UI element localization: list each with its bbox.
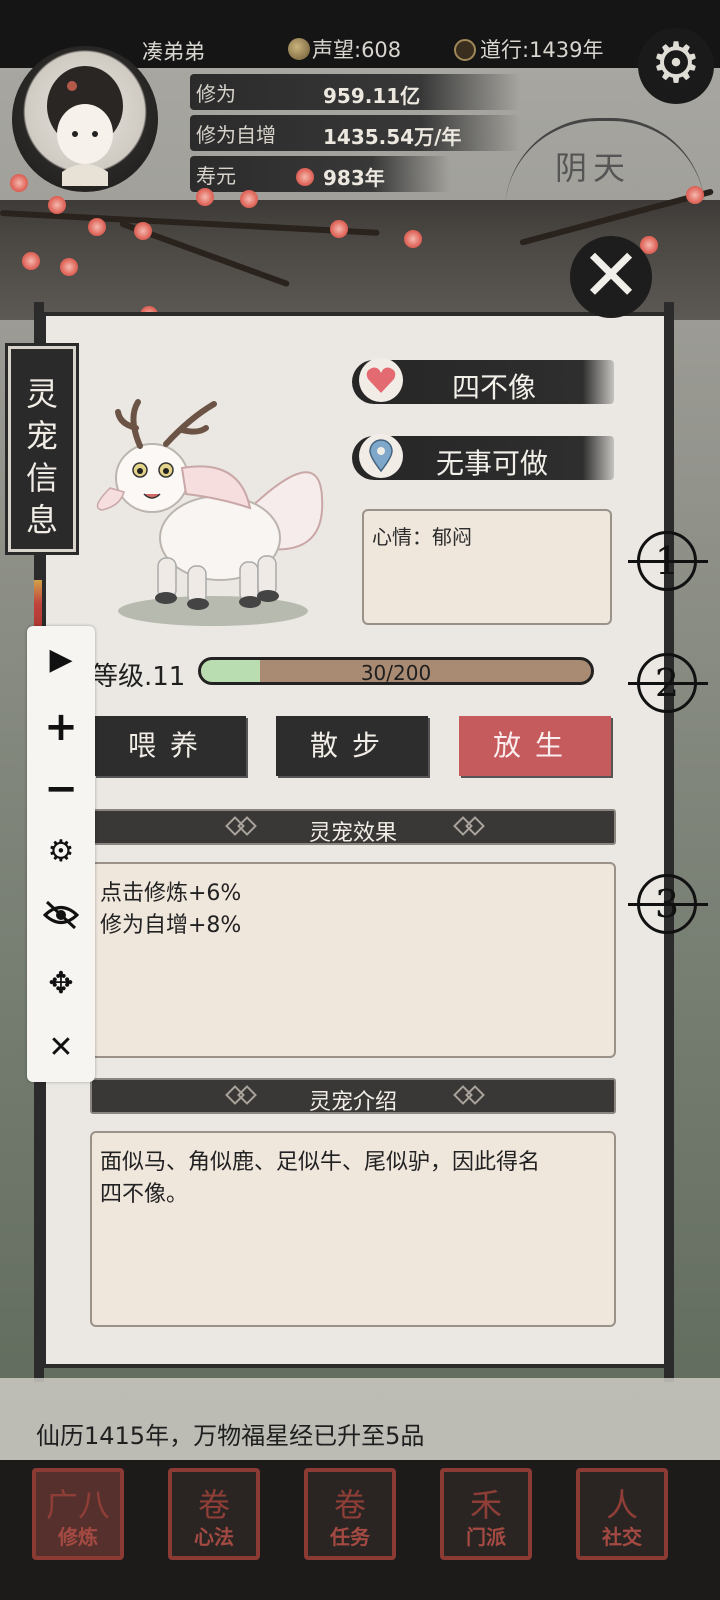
gear-icon[interactable]: ⚙ bbox=[27, 834, 95, 869]
plus-icon[interactable]: + bbox=[27, 704, 95, 750]
marker-2: 2 bbox=[637, 653, 697, 713]
effects-section-header: 灵宠效果 bbox=[90, 809, 616, 846]
effects-header-text: 灵宠效果 bbox=[308, 821, 397, 846]
title-char-4: 息 bbox=[25, 501, 58, 539]
move-icon[interactable]: ✥ bbox=[27, 966, 95, 1001]
intro-line-2: 四不像。 bbox=[100, 1182, 189, 1207]
panel-title-tab: 灵 宠 信 息 bbox=[5, 343, 79, 555]
eye-off-icon[interactable] bbox=[27, 900, 95, 938]
nav-cultivate-button[interactable]: 广八 修炼 bbox=[32, 1468, 124, 1560]
yin-yang-icon bbox=[454, 39, 476, 61]
cultivation-value: 959.11亿 bbox=[323, 84, 421, 108]
nav-method-label: 心法 bbox=[194, 1525, 234, 1549]
play-icon[interactable]: ▶ bbox=[27, 642, 95, 677]
nav-social-button[interactable]: 人 社交 bbox=[576, 1468, 668, 1560]
mood-text: 心情：郁闷 bbox=[372, 525, 472, 549]
xp-progress-bar: 30/200 bbox=[198, 657, 594, 685]
nav-sect-label: 门派 bbox=[466, 1525, 506, 1549]
close-panel-button[interactable]: ✕ bbox=[570, 236, 652, 318]
effect-line-1: 点击修炼+6% bbox=[100, 881, 242, 906]
location-pin-icon bbox=[359, 434, 403, 478]
intro-line-1: 面似马、角似鹿、足似牛、尾似驴，因此得名 bbox=[100, 1150, 541, 1175]
news-text: 仙历1415年，万物福星经已升至5品 bbox=[36, 1422, 425, 1450]
close-icon: ✕ bbox=[580, 233, 642, 317]
nav-cultivate-glyph: 广八 bbox=[45, 1486, 110, 1524]
pet-illustration[interactable] bbox=[90, 398, 340, 628]
nav-cultivate-label: 修炼 bbox=[58, 1525, 98, 1549]
walk-button[interactable]: 散步 bbox=[276, 716, 428, 776]
floating-toolbar: ▶ + − ⚙ ✥ ✕ bbox=[27, 626, 95, 1082]
nav-social-glyph: 人 bbox=[605, 1486, 638, 1524]
news-ticker: 仙历1415年，万物福星经已升至5品 bbox=[0, 1378, 720, 1460]
pet-name-pill: 四不像 bbox=[352, 358, 614, 404]
gear-icon: ⚙ bbox=[650, 31, 702, 96]
minus-icon[interactable]: − bbox=[27, 766, 95, 812]
nav-method-glyph: 卷 bbox=[197, 1486, 230, 1524]
level-label: 等级.11 bbox=[92, 662, 186, 692]
nav-task-button[interactable]: 卷 任务 bbox=[304, 1468, 396, 1560]
nav-task-label: 任务 bbox=[330, 1525, 370, 1549]
marker-1: 1 bbox=[637, 531, 697, 591]
intro-section-header: 灵宠介绍 bbox=[90, 1078, 616, 1115]
nav-sect-button[interactable]: 禾 门派 bbox=[440, 1468, 532, 1560]
nav-sect-glyph: 禾 bbox=[469, 1486, 502, 1524]
marker-3: 3 bbox=[637, 874, 697, 934]
mood-box: 心情：郁闷 bbox=[362, 509, 612, 625]
settings-button[interactable]: ⚙ bbox=[638, 28, 714, 104]
intro-box: 面似马、角似鹿、足似牛、尾似驴，因此得名 四不像。 bbox=[90, 1131, 616, 1327]
title-char-3: 信 bbox=[25, 459, 58, 497]
release-button[interactable]: 放生 bbox=[459, 716, 611, 776]
cultivation-label: 修为 bbox=[196, 82, 236, 106]
effects-box: 点击修炼+6% 修为自增+8% bbox=[90, 862, 616, 1058]
daoxing-text: 道行:1439年 bbox=[480, 38, 604, 62]
xp-progress-text: 30/200 bbox=[360, 661, 432, 685]
coin-icon bbox=[288, 38, 310, 60]
nav-method-button[interactable]: 卷 心法 bbox=[168, 1468, 260, 1560]
title-char-2: 宠 bbox=[25, 417, 58, 455]
reputation-text: 声望:608 bbox=[312, 38, 402, 62]
growth-value: 1435.54万/年 bbox=[323, 125, 462, 149]
effect-line-2: 修为自增+8% bbox=[100, 913, 242, 938]
growth-label: 修为自增 bbox=[196, 123, 276, 147]
nav-social-label: 社交 bbox=[602, 1525, 642, 1549]
close-icon[interactable]: ✕ bbox=[27, 1030, 95, 1065]
daoxing-display: 道行:1439年 bbox=[454, 34, 604, 64]
intro-header-text: 灵宠介绍 bbox=[308, 1090, 397, 1115]
reputation-display: 声望:608 bbox=[288, 34, 401, 64]
pet-status-pill: 无事可做 bbox=[352, 434, 614, 480]
pet-name: 四不像 bbox=[452, 371, 537, 404]
feed-button[interactable]: 喂养 bbox=[94, 716, 246, 776]
pet-status: 无事可做 bbox=[436, 447, 549, 480]
title-char-1: 灵 bbox=[25, 375, 58, 413]
heart-icon bbox=[359, 358, 403, 402]
nav-task-glyph: 卷 bbox=[333, 1486, 366, 1524]
